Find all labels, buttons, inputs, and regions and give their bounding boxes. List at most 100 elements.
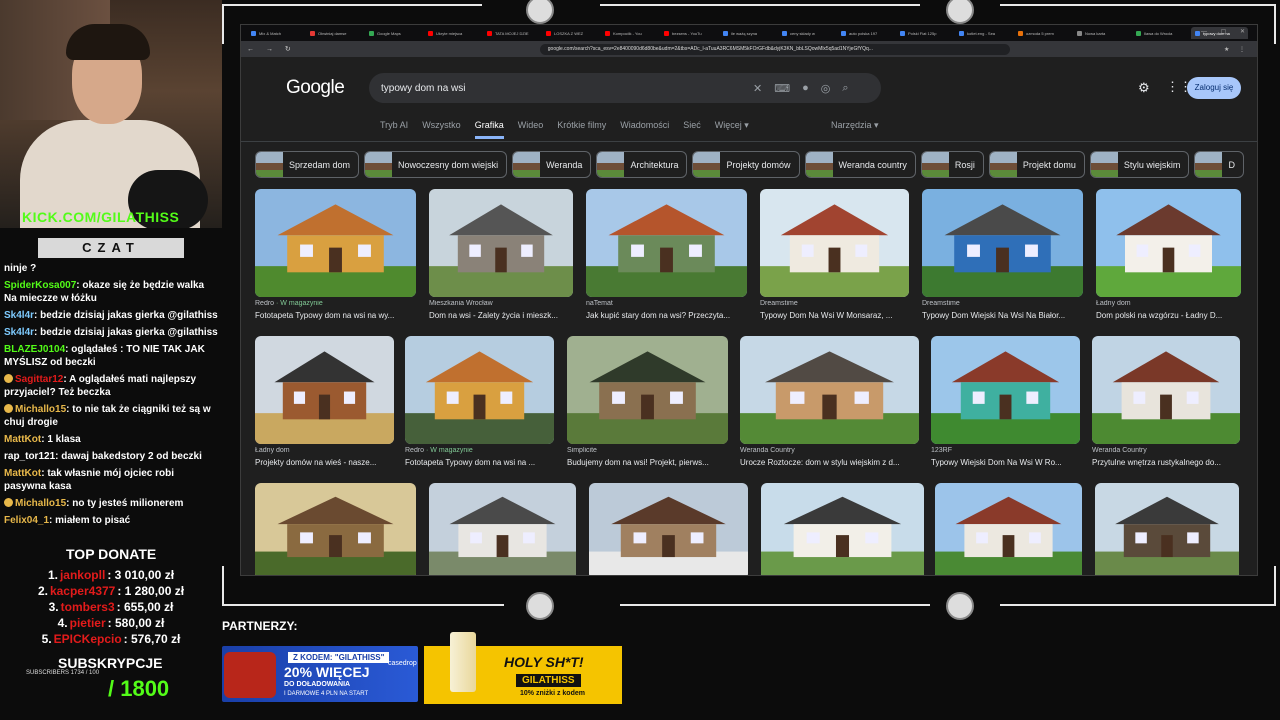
- nav-tab[interactable]: Wiadomości: [620, 120, 669, 139]
- chat-username[interactable]: Felix04_1: [4, 515, 49, 526]
- image-result[interactable]: Dreamstime Typowy Dom Wiejski Na Wsi Na B…: [922, 189, 1083, 320]
- chat-username[interactable]: BLAZEJ0104: [4, 344, 65, 355]
- image-result[interactable]: Weranda Country Urocze Roztocze: dom w st…: [740, 336, 919, 467]
- browser-tab[interactable]: auto polska 197: [837, 27, 894, 39]
- result-image[interactable]: [255, 189, 416, 297]
- suggestion-chip[interactable]: Weranda: [512, 151, 592, 178]
- browser-tab[interactable]: Mix & Match: [247, 27, 304, 39]
- search-input[interactable]: [381, 82, 741, 94]
- partner-banner-holyshit[interactable]: HOLY SH*T! GILATHISS 10% zniżki z kodem: [424, 632, 622, 704]
- browser-tab[interactable]: bezsens - YouTu: [660, 27, 717, 39]
- result-caption[interactable]: Fototapeta Typowy dom na wsi na wy...: [255, 311, 416, 320]
- browser-tab[interactable]: kotlet.eng - Sea: [955, 27, 1012, 39]
- chat-username[interactable]: Sk4l4r: [4, 327, 34, 338]
- suggestion-chip[interactable]: Weranda country: [804, 151, 916, 178]
- browser-tab[interactable]: Obwiniaj damse: [306, 27, 363, 39]
- image-result[interactable]: naTemat Jak kupić stary dom na wsi? Przec…: [586, 189, 747, 320]
- result-image[interactable]: [1096, 189, 1241, 297]
- suggestion-chip[interactable]: Rosji: [920, 151, 984, 178]
- image-result[interactable]: [589, 483, 748, 575]
- result-caption[interactable]: Typowy Wiejski Dom Na Wsi W Ro...: [931, 458, 1080, 467]
- nav-tab[interactable]: Grafika: [474, 120, 504, 139]
- url-bar[interactable]: google.com/search?sca_esv=2e8400090d6d80…: [539, 43, 1010, 55]
- mic-icon[interactable]: ●: [802, 82, 809, 94]
- image-result[interactable]: [761, 483, 924, 575]
- result-caption[interactable]: Przytulne wnętrza rustykalnego do...: [1092, 458, 1240, 467]
- image-result[interactable]: Ładny dom Projekty domów na wieś - nasze.…: [255, 336, 394, 467]
- clear-icon[interactable]: ✕: [753, 82, 762, 95]
- keyboard-icon[interactable]: ⌨: [774, 82, 790, 95]
- result-image[interactable]: [1092, 336, 1240, 444]
- result-image[interactable]: [586, 189, 747, 297]
- search-box[interactable]: ✕ ⌨ ● ◎ ⌕: [369, 73, 881, 103]
- image-result[interactable]: Simplicite Budujemy dom na wsi! Projekt, …: [567, 336, 728, 467]
- image-result[interactable]: 123RF Typowy Wiejski Dom Na Wsi W Ro...: [931, 336, 1080, 467]
- image-result[interactable]: [429, 483, 576, 575]
- result-image[interactable]: [922, 189, 1083, 297]
- result-image[interactable]: [255, 336, 394, 444]
- chat-username[interactable]: Sagittar12: [15, 374, 63, 385]
- result-image[interactable]: [255, 483, 416, 575]
- nav-tab[interactable]: Krótkie filmy: [557, 120, 606, 139]
- result-image[interactable]: [935, 483, 1082, 575]
- suggestion-chip[interactable]: Architektura: [596, 151, 688, 178]
- toolbar-icons[interactable]: ★ ⋮: [1224, 46, 1249, 53]
- chat-username[interactable]: rap_tor121: [4, 451, 55, 462]
- image-result[interactable]: Ładny dom Dom polski na wzgórzu - Ładny D…: [1096, 189, 1241, 320]
- result-caption[interactable]: Dom polski na wzgórzu - Ładny D...: [1096, 311, 1241, 320]
- nav-tab[interactable]: Tryb AI: [380, 120, 408, 139]
- chat-username[interactable]: Sk4l4r: [4, 310, 34, 321]
- result-image[interactable]: [740, 336, 919, 444]
- gear-icon[interactable]: ⚙: [1138, 80, 1150, 96]
- result-image[interactable]: [1095, 483, 1239, 575]
- result-image[interactable]: [567, 336, 728, 444]
- image-result[interactable]: [1095, 483, 1239, 575]
- result-caption[interactable]: Typowy Dom Na Wsi W Monsaraz, ...: [760, 311, 909, 320]
- image-result[interactable]: Weranda Country Przytulne wnętrza rustyka…: [1092, 336, 1240, 467]
- login-button[interactable]: Zaloguj się: [1187, 77, 1241, 99]
- result-image[interactable]: [931, 336, 1080, 444]
- result-caption[interactable]: Typowy Dom Wiejski Na Wsi Na Białor...: [922, 311, 1083, 320]
- chat-username[interactable]: MattKot: [4, 468, 41, 479]
- browser-tab[interactable]: Nowa karta: [1073, 27, 1130, 39]
- image-result[interactable]: Dreamstime Typowy Dom Na Wsi W Monsaraz, …: [760, 189, 909, 320]
- image-result[interactable]: [935, 483, 1082, 575]
- result-image[interactable]: [405, 336, 554, 444]
- result-image[interactable]: [761, 483, 924, 575]
- browser-tab[interactable]: Kompociik - You: [601, 27, 658, 39]
- result-caption[interactable]: Fototapeta Typowy dom na wsi na ...: [405, 458, 554, 467]
- nav-tab[interactable]: Wszystko: [422, 120, 461, 139]
- result-caption[interactable]: Projekty domów na wieś - nasze...: [255, 458, 394, 467]
- chat-username[interactable]: Michallo15: [15, 498, 66, 509]
- suggestion-chip[interactable]: D: [1194, 151, 1244, 178]
- nav-tab[interactable]: Więcej ▾: [715, 120, 749, 139]
- nav-tab[interactable]: Sieć: [683, 120, 701, 139]
- window-controls[interactable]: — ▢ ✕: [1201, 28, 1251, 35]
- nav-tab[interactable]: Wideo: [518, 120, 544, 139]
- browser-tab[interactable]: Polski Fiat 125p: [896, 27, 953, 39]
- search-icon[interactable]: ⌕: [842, 82, 848, 95]
- result-caption[interactable]: Urocze Roztocze: dom w stylu wiejskim z …: [740, 458, 919, 467]
- chat-username[interactable]: SpiderKosa007: [4, 280, 76, 291]
- image-result[interactable]: [255, 483, 416, 575]
- browser-tab[interactable]: Ukryte miejsca: [424, 27, 481, 39]
- google-logo[interactable]: Google: [286, 77, 345, 99]
- result-caption[interactable]: Budujemy dom na wsi! Projekt, pierws...: [567, 458, 728, 467]
- result-caption[interactable]: Jak kupić stary dom na wsi? Przeczyta...: [586, 311, 747, 320]
- result-image[interactable]: [760, 189, 909, 297]
- chat-username[interactable]: Michallo15: [15, 404, 66, 415]
- result-caption[interactable]: Dom na wsi - Zalety życia i mieszk...: [429, 311, 573, 320]
- browser-tab[interactable]: TATA MOJEJ DZIE: [483, 27, 540, 39]
- suggestion-chip[interactable]: Stylu wiejskim: [1089, 151, 1190, 178]
- image-result[interactable]: Redro · W magazynie Fototapeta Typowy dom…: [405, 336, 554, 467]
- lens-icon[interactable]: ◎: [821, 82, 831, 95]
- suggestion-chip[interactable]: Projekty domów: [692, 151, 800, 178]
- browser-tab[interactable]: ceny składy w: [778, 27, 835, 39]
- partner-banner-casedrop[interactable]: Z KODEM: "GILATHISS" 20% WIĘCEJ DO DOŁAD…: [222, 646, 418, 702]
- browser-tab[interactable]: LOSZKA Z WEZ: [542, 27, 599, 39]
- chat-username[interactable]: MattKot: [4, 434, 41, 445]
- image-result[interactable]: Mieszkania Wrocław Dom na wsi - Zalety ży…: [429, 189, 573, 320]
- tools-button[interactable]: Narzędzia ▾: [831, 120, 879, 131]
- nav-buttons-icon[interactable]: ← → ↻: [247, 45, 296, 53]
- suggestion-chip[interactable]: Projekt domu: [988, 151, 1085, 178]
